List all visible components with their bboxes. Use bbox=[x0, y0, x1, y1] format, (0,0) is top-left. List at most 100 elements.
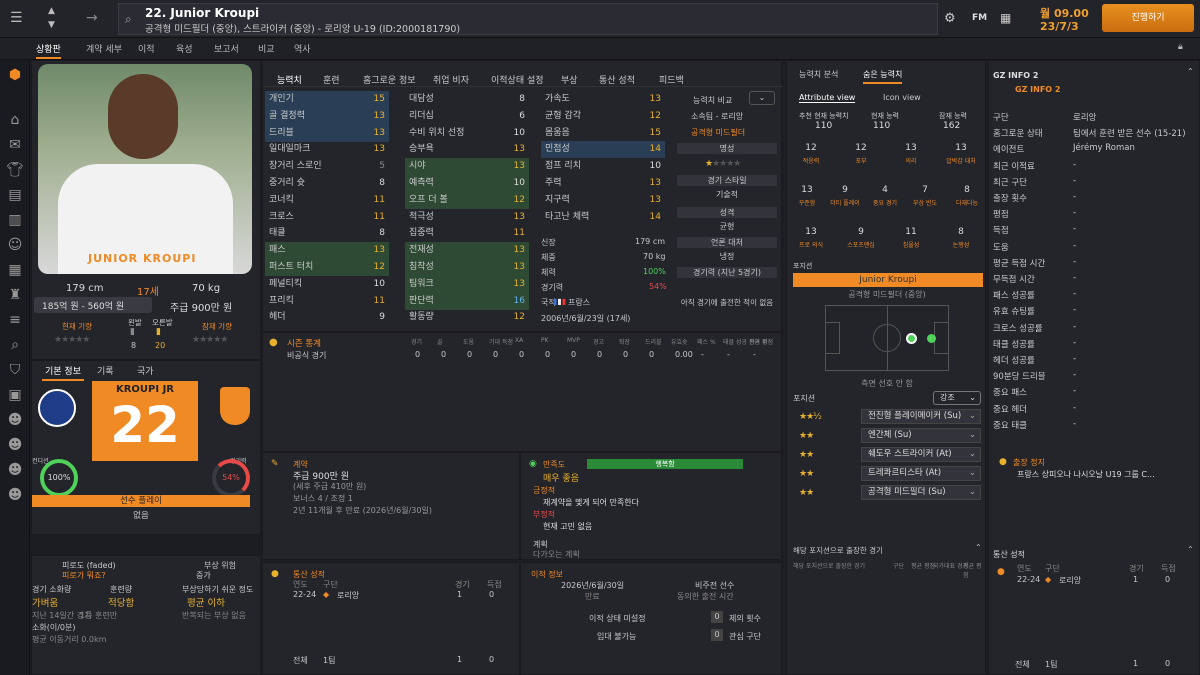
attribute-row[interactable]: 팀워크 13 bbox=[405, 275, 529, 293]
attribute-row[interactable]: 타고난 체력 14 bbox=[541, 209, 665, 226]
attribute-row[interactable]: 프리킥 11 bbox=[265, 293, 389, 310]
attribute-row[interactable]: 개인기 15 bbox=[265, 91, 389, 108]
search-icon[interactable]: ⌕ bbox=[125, 12, 132, 27]
gz-career-club[interactable]: 로리앙 bbox=[1059, 575, 1081, 586]
attribute-row[interactable]: 헤더 9 bbox=[265, 309, 389, 326]
career-club[interactable]: 로리앙 bbox=[337, 590, 359, 601]
back-icon[interactable]: ▲ bbox=[48, 6, 55, 16]
transfer-title[interactable]: 이적 정보 bbox=[531, 569, 563, 580]
attribute-row[interactable]: 민첩성 14 bbox=[541, 141, 665, 159]
people4-icon[interactable]: ☻ bbox=[0, 480, 30, 510]
compare-dropdown-icon[interactable]: ⌄ bbox=[749, 91, 775, 105]
club-badge-icon[interactable]: ⬢ bbox=[0, 60, 30, 90]
attribute-name: 리더십 bbox=[409, 110, 434, 121]
attribute-row[interactable]: 골 결정력 13 bbox=[265, 107, 389, 125]
fatigue-question[interactable]: 피로가 뭐죠? bbox=[62, 570, 106, 581]
back-arrow-icon[interactable]: ▼ bbox=[48, 20, 55, 30]
calendar-icon[interactable]: ▦ bbox=[1000, 11, 1011, 25]
attribute-row[interactable]: 페널티킥 10 bbox=[265, 276, 389, 293]
attribute-row[interactable]: 퍼스트 터치 12 bbox=[265, 259, 389, 276]
profile-tab-nation[interactable]: 국가 bbox=[137, 364, 154, 377]
tab-transfer-status[interactable]: 이적상태 설정 bbox=[491, 73, 544, 86]
profile-tab-records[interactable]: 기록 bbox=[97, 364, 114, 377]
attribute-row[interactable]: 패스 13 bbox=[265, 242, 389, 260]
tab-injury[interactable]: 부상 bbox=[561, 73, 578, 86]
tab-work-permit[interactable]: 취업 비자 bbox=[433, 73, 469, 86]
attribute-row[interactable]: 판단력 16 bbox=[405, 292, 529, 310]
tab-training[interactable]: 훈련 bbox=[323, 73, 340, 86]
subnav-item-history[interactable]: 역사 bbox=[294, 42, 311, 55]
happiness-title[interactable]: 만족도 bbox=[543, 459, 565, 470]
attribute-row[interactable]: 일대일마크 13 bbox=[265, 141, 389, 158]
forward-icon[interactable]: → bbox=[86, 10, 98, 26]
role-dropdown[interactable]: 전진형 플레이메이커 (Su) ⌄ bbox=[861, 409, 981, 424]
tab-feedback[interactable]: 피드백 bbox=[659, 73, 684, 86]
attribute-row[interactable]: 크로스 11 bbox=[265, 209, 389, 226]
attribute-row[interactable]: 중거리 슛 8 bbox=[265, 175, 389, 192]
analysis-tab-attributes[interactable]: 능력치 분석 bbox=[799, 69, 838, 80]
tab-attributes[interactable]: 능력치 bbox=[277, 73, 302, 86]
attribute-row[interactable]: 리더십 6 bbox=[405, 108, 529, 125]
played-collapse-icon[interactable]: ⌃ bbox=[975, 543, 982, 552]
subnav-item-transfer[interactable]: 이적 bbox=[138, 42, 155, 55]
subnav-item-dashboard[interactable]: 상황판 bbox=[36, 42, 61, 59]
attribute-row[interactable]: 오프 더 볼 12 bbox=[405, 191, 529, 209]
attribute-row[interactable]: 침착성 13 bbox=[405, 259, 529, 276]
view-tab-attribute[interactable]: Attribute view bbox=[799, 93, 856, 103]
attribute-row[interactable]: 균형 감각 12 bbox=[541, 108, 665, 125]
role-row[interactable]: ★★½ 전진형 플레이메이커 (Su) ⌄ bbox=[787, 409, 987, 426]
attribute-row[interactable]: 장거리 스로인 5 bbox=[265, 158, 389, 175]
attribute-row[interactable]: 드리블 13 bbox=[265, 124, 389, 142]
subnav-item-contract[interactable]: 계약 세부 bbox=[86, 42, 122, 55]
role-dropdown[interactable]: 공격형 미드필더 (Su) ⌄ bbox=[861, 485, 981, 500]
role-row[interactable]: ★★ 쉐도우 스트라이커 (At) ⌄ bbox=[787, 447, 987, 464]
view-tab-icon[interactable]: Icon view bbox=[883, 93, 921, 102]
fm-logo[interactable]: FM bbox=[972, 13, 987, 23]
role-row[interactable]: ★★ 공격형 미드필더 (Su) ⌄ bbox=[787, 485, 987, 502]
attribute-row[interactable]: 적극성 13 bbox=[405, 209, 529, 226]
role-dropdown[interactable]: 쉐도우 스트라이커 (At) ⌄ bbox=[861, 447, 981, 462]
career-goals: 0 bbox=[489, 590, 495, 599]
tab-career-stats[interactable]: 통산 성적 bbox=[599, 73, 635, 86]
attribute-row[interactable]: 집중력 11 bbox=[405, 225, 529, 242]
attribute-value: 13 bbox=[513, 245, 525, 256]
strength-button[interactable]: 강조 ⌄ bbox=[933, 391, 981, 405]
gzinfo-close-icon[interactable]: ⌃ bbox=[1187, 67, 1194, 76]
attribute-row[interactable]: 전재성 13 bbox=[405, 242, 529, 260]
attribute-row[interactable]: 활동량 12 bbox=[405, 309, 529, 326]
lock-icon[interactable]: 🔒︎ bbox=[1178, 42, 1183, 52]
role-dropdown[interactable]: 트레콰르티스타 (At) ⌄ bbox=[861, 466, 981, 481]
role-row[interactable]: ★★ 트레콰르티스타 (At) ⌄ bbox=[787, 466, 987, 483]
tab-homegrown[interactable]: 홈그로운 정보 bbox=[363, 73, 416, 86]
attribute-row[interactable]: 태클 8 bbox=[265, 225, 389, 242]
hidden-attr-label: 포부 bbox=[855, 158, 867, 165]
role-dropdown[interactable]: 엔간체 (Su) ⌄ bbox=[861, 428, 981, 443]
subnav-item-report[interactable]: 보고서 bbox=[214, 42, 239, 55]
attribute-row[interactable]: 수비 위치 선정 10 bbox=[405, 125, 529, 142]
attribute-row[interactable]: 대담성 8 bbox=[405, 91, 529, 108]
attribute-row[interactable]: 시야 13 bbox=[405, 158, 529, 176]
role-row[interactable]: ★★ 엔간체 (Su) ⌄ bbox=[787, 428, 987, 445]
attribute-row[interactable]: 승부욕 13 bbox=[405, 141, 529, 158]
attribute-row[interactable]: 점프 리치 10 bbox=[541, 158, 665, 175]
continue-button[interactable]: 진행하기 bbox=[1102, 4, 1194, 32]
attribute-value: 10 bbox=[373, 278, 385, 289]
gz-career-collapse-icon[interactable]: ⌃ bbox=[1187, 545, 1194, 554]
analysis-tab-hidden[interactable]: 숨은 능력치 bbox=[863, 69, 903, 84]
hidden-attr-label: 스포츠맨십 bbox=[847, 242, 875, 249]
subnav-item-development[interactable]: 육성 bbox=[176, 42, 193, 55]
attribute-row[interactable]: 예측력 10 bbox=[405, 175, 529, 192]
menu-icon[interactable]: ☰ bbox=[10, 10, 26, 26]
attribute-row[interactable]: 코너킥 11 bbox=[265, 192, 389, 209]
attribute-row[interactable]: 지구력 13 bbox=[541, 192, 665, 209]
lorient-badge bbox=[220, 387, 250, 425]
gzinfo-subtitle[interactable]: GZ INFO 2 bbox=[1015, 85, 1060, 94]
subnav-item-compare[interactable]: 비교 bbox=[258, 42, 275, 55]
profile-tab-basic[interactable]: 기본 정보 bbox=[42, 364, 84, 381]
compare-label[interactable]: 능력치 비교 bbox=[693, 95, 732, 106]
attribute-row[interactable]: 가속도 13 bbox=[541, 91, 665, 108]
attribute-row[interactable]: 주력 13 bbox=[541, 175, 665, 192]
shirt-graphic: KROUPI JR 22 bbox=[92, 381, 198, 461]
settings-icon[interactable]: ⚙ bbox=[944, 11, 956, 26]
attribute-row[interactable]: 몸움음 15 bbox=[541, 125, 665, 142]
